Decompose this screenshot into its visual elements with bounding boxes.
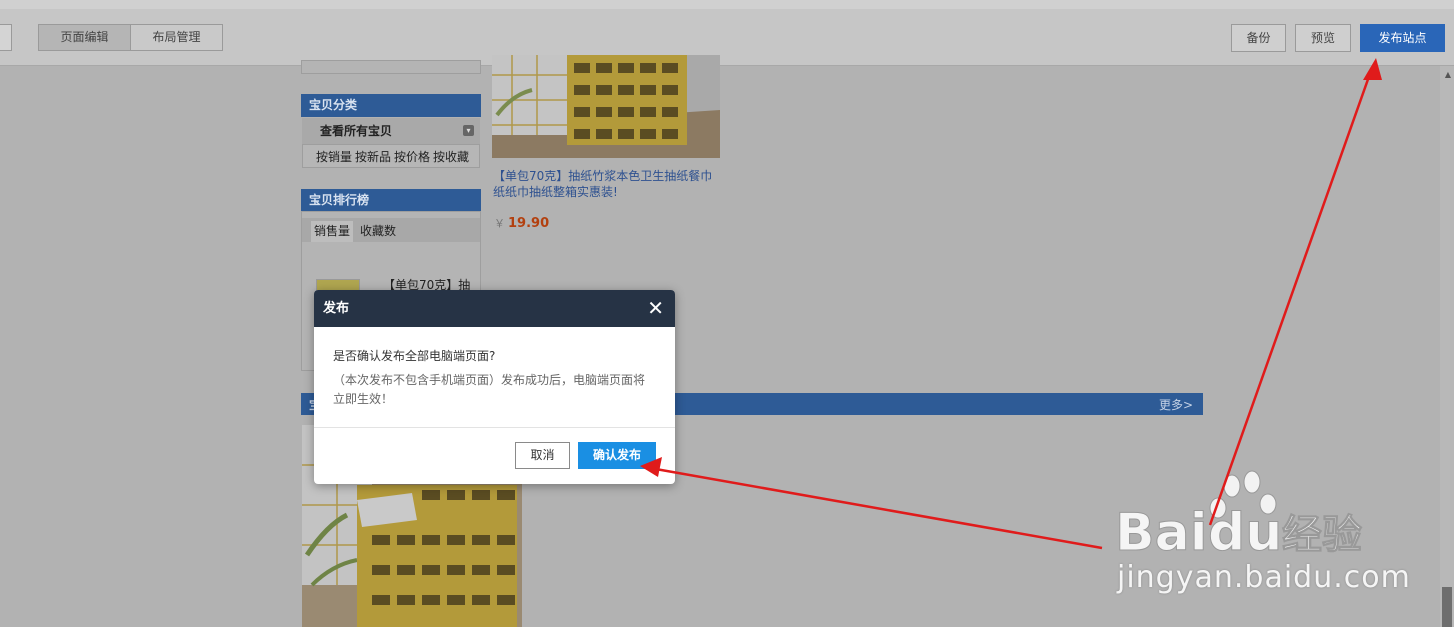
arrow-to-confirm-publish <box>649 466 1103 550</box>
annotation-arrows <box>640 58 1382 550</box>
arrow-head-up <box>1363 58 1382 80</box>
arrow-head-left <box>640 457 662 477</box>
arrow-to-publish-site <box>1208 67 1374 526</box>
